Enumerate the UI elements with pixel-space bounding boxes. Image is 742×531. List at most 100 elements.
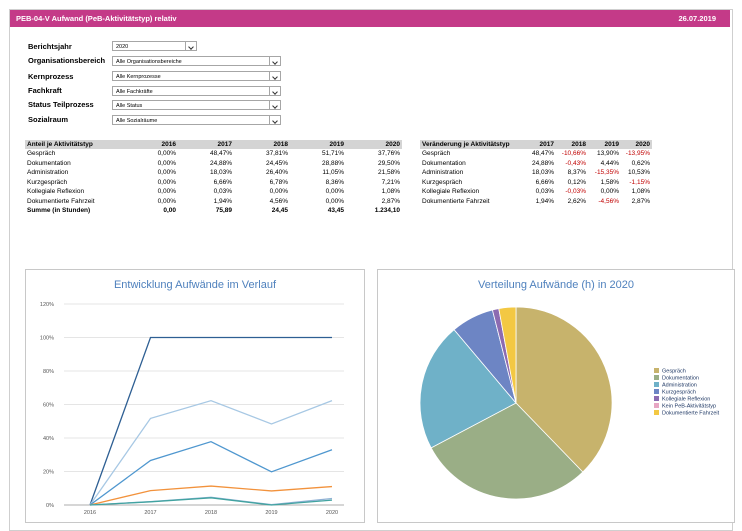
x-tick-label: 2019 [265, 510, 277, 516]
legend-label: Dokumentation [662, 375, 699, 382]
table-cell: 26,40% [265, 169, 288, 177]
table-cell: 18,03% [209, 169, 232, 177]
filter-label-organisationsbereich: Organisationsbereich [28, 56, 106, 65]
line-chart: 0% 20% 40% 60% 80% 100% 120% 2016 2017 2018 2019 20… [40, 302, 344, 516]
table-row: Kurzgespräch 6,66% 0,12% 1,58% -1,15% [420, 178, 652, 188]
table-cell: 13,90% [596, 150, 619, 158]
chevron-down-icon [269, 57, 280, 65]
column-header: Anteil je Aktivitätstyp [25, 140, 120, 149]
filter-label-kernprozess: Kernprozess [28, 72, 74, 81]
legend-swatch [654, 375, 659, 380]
table-cell: 1.234,10 [374, 207, 400, 215]
table-cell: -1,15% [629, 178, 650, 186]
row-label: Gespräch [422, 150, 451, 158]
table-cell: 0,00% [157, 188, 176, 196]
y-tick-label: 100% [40, 336, 54, 342]
legend-item: Dokumentation [654, 375, 719, 382]
legend-item: Kein PeB-Aktivitätstyp [654, 403, 719, 410]
table-cell: 4,44% [600, 159, 619, 167]
table-cell: 28,88% [321, 159, 344, 167]
table-cell: 1,94% [535, 197, 554, 205]
table-cell: -13,95% [625, 150, 650, 158]
x-tick-label: 2016 [84, 510, 96, 516]
chevron-down-icon [269, 101, 280, 109]
kernprozess-select[interactable]: Alle Kernprozesse [112, 71, 281, 81]
organisationsbereich-select[interactable]: Alle Organisationsbereiche [112, 56, 281, 66]
filter-label-sozialraum: Sozialraum [28, 115, 69, 124]
legend-label: Gespräch [662, 368, 686, 375]
row-label: Dokumentierte Fahrzeit [422, 197, 490, 205]
berichtsjahr-select[interactable]: 2020 [112, 41, 197, 51]
table-cell: -15,35% [594, 169, 619, 177]
table-cell: 0,00% [157, 159, 176, 167]
table-cell: 0,12% [567, 178, 586, 186]
sozialraum-select[interactable]: Alle Sozialräume [112, 115, 281, 125]
table-cell: 0,62% [631, 159, 650, 167]
column-header: 2019 [588, 140, 621, 149]
row-label: Summe (in Stunden) [27, 207, 91, 215]
line-chart-panel: Entwicklung Aufwände im Verlauf 0% 20% 40%… [25, 269, 365, 523]
x-tick-label: 2017 [144, 510, 156, 516]
row-label: Administration [27, 169, 69, 177]
share-table-header: Anteil je Aktivitätstyp 2016 2017 2018 2… [25, 140, 402, 149]
y-tick-label: 0% [46, 503, 54, 509]
table-cell: 21,58% [377, 169, 400, 177]
table-cell: 24,45% [265, 159, 288, 167]
legend-swatch [654, 396, 659, 401]
column-header: 2016 [120, 140, 178, 149]
legend-swatch [654, 382, 659, 387]
table-cell: 8,37% [567, 169, 586, 177]
row-label: Gespräch [27, 150, 56, 158]
column-header: 2020 [346, 140, 402, 149]
legend-item: Administration [654, 382, 719, 389]
filter-label-fachkraft: Fachkraft [28, 86, 62, 95]
row-label: Kurzgespräch [27, 178, 68, 186]
status-teilprozess-select[interactable]: Alle Status [112, 100, 281, 110]
table-cell: 37,76% [377, 150, 400, 158]
sum-row: Summe (in Stunden) 0,00 75,89 24,45 43,4… [25, 206, 402, 216]
table-cell: 0,00% [157, 150, 176, 158]
table-cell: 1,94% [213, 197, 232, 205]
table-cell: 24,45 [271, 207, 288, 215]
column-header: 2020 [621, 140, 652, 149]
table-cell: 0,00% [157, 169, 176, 177]
fachkraft-select[interactable]: Alle Fachkräfte [112, 86, 281, 96]
legend-label: Dokumentierte Fahrzeit [662, 410, 720, 417]
table-cell: 37,81% [265, 150, 288, 158]
chevron-down-icon [185, 42, 196, 50]
y-tick-label: 80% [43, 369, 54, 375]
table-row: Gespräch 48,47% -10,66% 13,90% -13,95% [420, 149, 652, 159]
filter-label-status-teilprozess: Status Teilprozess [28, 100, 94, 109]
row-label: Kollegiale Reflexion [422, 188, 480, 196]
table-row: Dokumentation 24,88% -0,43% 4,44% 0,62% [420, 159, 652, 169]
table-cell: -4,56% [598, 197, 619, 205]
table-row: Administration 18,03% 8,37% -15,35% 10,5… [420, 168, 652, 178]
table-row: Kollegiale Reflexion 0,00% 0,03% 0,00% 0… [25, 187, 402, 197]
x-tick-label: 2018 [205, 510, 217, 516]
table-cell: 2,87% [631, 197, 650, 205]
table-row: Dokumentation 0,00% 24,88% 24,45% 28,88%… [25, 159, 402, 169]
table-cell: 24,88% [531, 159, 554, 167]
column-header: 2018 [556, 140, 588, 149]
table-cell: 0,00% [157, 197, 176, 205]
legend-swatch [654, 410, 659, 415]
column-header: 2017 [524, 140, 556, 149]
row-label: Kollegiale Reflexion [27, 188, 85, 196]
column-header: 2017 [178, 140, 234, 149]
table-cell: 1,08% [631, 188, 650, 196]
series-line-0 [89, 336, 332, 506]
table-cell: 4,56% [269, 197, 288, 205]
table-cell: 0,03% [213, 188, 232, 196]
legend-label: Administration [662, 382, 697, 389]
legend-item: Dokumentierte Fahrzeit [654, 410, 719, 417]
table-cell: 48,47% [531, 150, 554, 158]
table-cell: -0,03% [565, 188, 586, 196]
report-header: PEB-04-V Aufwand (PeB-Aktivitätstyp) rel… [10, 10, 730, 27]
table-cell: 75,89 [215, 207, 232, 215]
column-header: Veränderung je Aktivitätstyp [420, 140, 524, 149]
table-row: Administration 0,00% 18,03% 26,40% 11,05… [25, 168, 402, 178]
table-row: Dokumentierte Fahrzeit 1,94% 2,62% -4,56… [420, 197, 652, 207]
y-tick-label: 40% [43, 436, 54, 442]
table-cell: 0,03% [535, 188, 554, 196]
pie-chart-legend: Gespräch Dokumentation Administration Kurzg… [654, 368, 719, 417]
